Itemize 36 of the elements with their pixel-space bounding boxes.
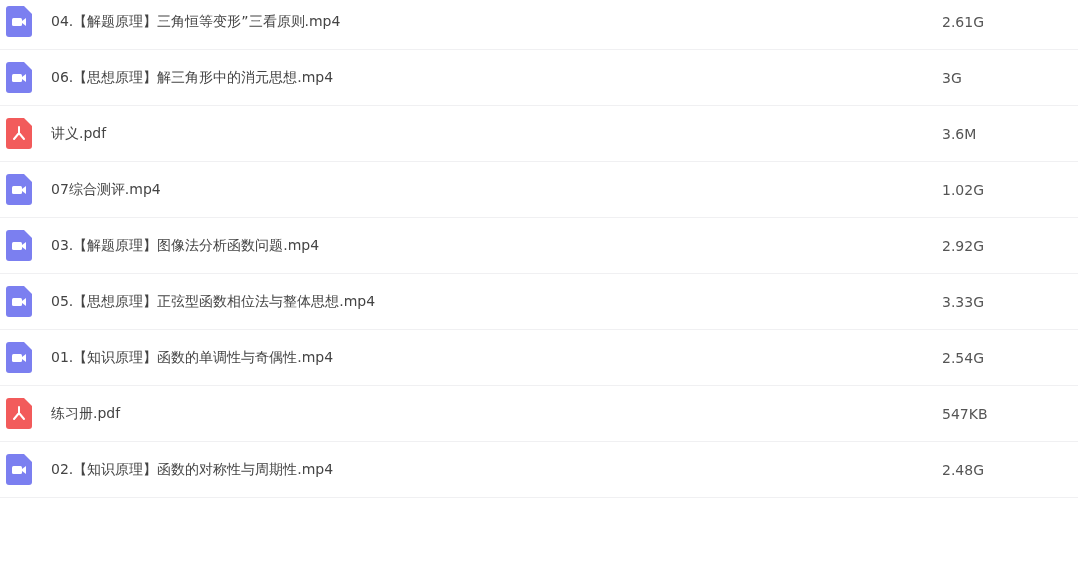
file-name: 06.【思想原理】解三角形中的消元思想.mp4 (51, 68, 335, 87)
file-size: 2.61G (942, 13, 985, 30)
file-row[interactable]: 02.【知识原理】函数的对称性与周期性.mp4 2.48G (0, 442, 1078, 498)
pdf-file-icon (6, 398, 32, 429)
video-file-icon (6, 230, 32, 261)
file-row[interactable]: 07综合测评.mp4 1.02G (0, 162, 1078, 218)
file-row[interactable]: 01.【知识原理】函数的单调性与奇偶性.mp4 2.54G (0, 330, 1078, 386)
file-name: 03.【解题原理】图像法分析函数问题.mp4 (51, 236, 321, 255)
file-row[interactable]: 04.【解题原理】三角恒等变形”三看原则.mp4 2.61G (0, 0, 1078, 50)
pdf-file-icon (6, 118, 32, 149)
video-file-icon (6, 454, 32, 485)
file-size: 547KB (942, 405, 988, 422)
video-file-icon (6, 6, 32, 37)
video-file-icon (6, 62, 32, 93)
file-size: 3.6M (942, 125, 977, 142)
file-name: 练习册.pdf (51, 404, 122, 423)
file-size: 3.33G (942, 293, 985, 310)
file-row[interactable]: 03.【解题原理】图像法分析函数问题.mp4 2.92G (0, 218, 1078, 274)
file-size: 3G (942, 69, 962, 86)
file-size: 2.54G (942, 349, 985, 366)
file-name: 04.【解题原理】三角恒等变形”三看原则.mp4 (51, 12, 342, 31)
file-row[interactable]: 06.【思想原理】解三角形中的消元思想.mp4 3G (0, 50, 1078, 106)
video-file-icon (6, 342, 32, 373)
file-row[interactable]: 05.【思想原理】正弦型函数相位法与整体思想.mp4 3.33G (0, 274, 1078, 330)
file-name: 07综合测评.mp4 (51, 180, 162, 199)
file-size: 1.02G (942, 181, 985, 198)
video-file-icon (6, 286, 32, 317)
file-size: 2.48G (942, 461, 985, 478)
file-name: 05.【思想原理】正弦型函数相位法与整体思想.mp4 (51, 292, 377, 311)
file-size: 2.92G (942, 237, 985, 254)
file-name: 01.【知识原理】函数的单调性与奇偶性.mp4 (51, 348, 335, 367)
video-file-icon (6, 174, 32, 205)
file-row[interactable]: 讲义.pdf 3.6M (0, 106, 1078, 162)
file-name: 02.【知识原理】函数的对称性与周期性.mp4 (51, 460, 335, 479)
file-name: 讲义.pdf (51, 124, 108, 143)
file-row[interactable]: 练习册.pdf 547KB (0, 386, 1078, 442)
